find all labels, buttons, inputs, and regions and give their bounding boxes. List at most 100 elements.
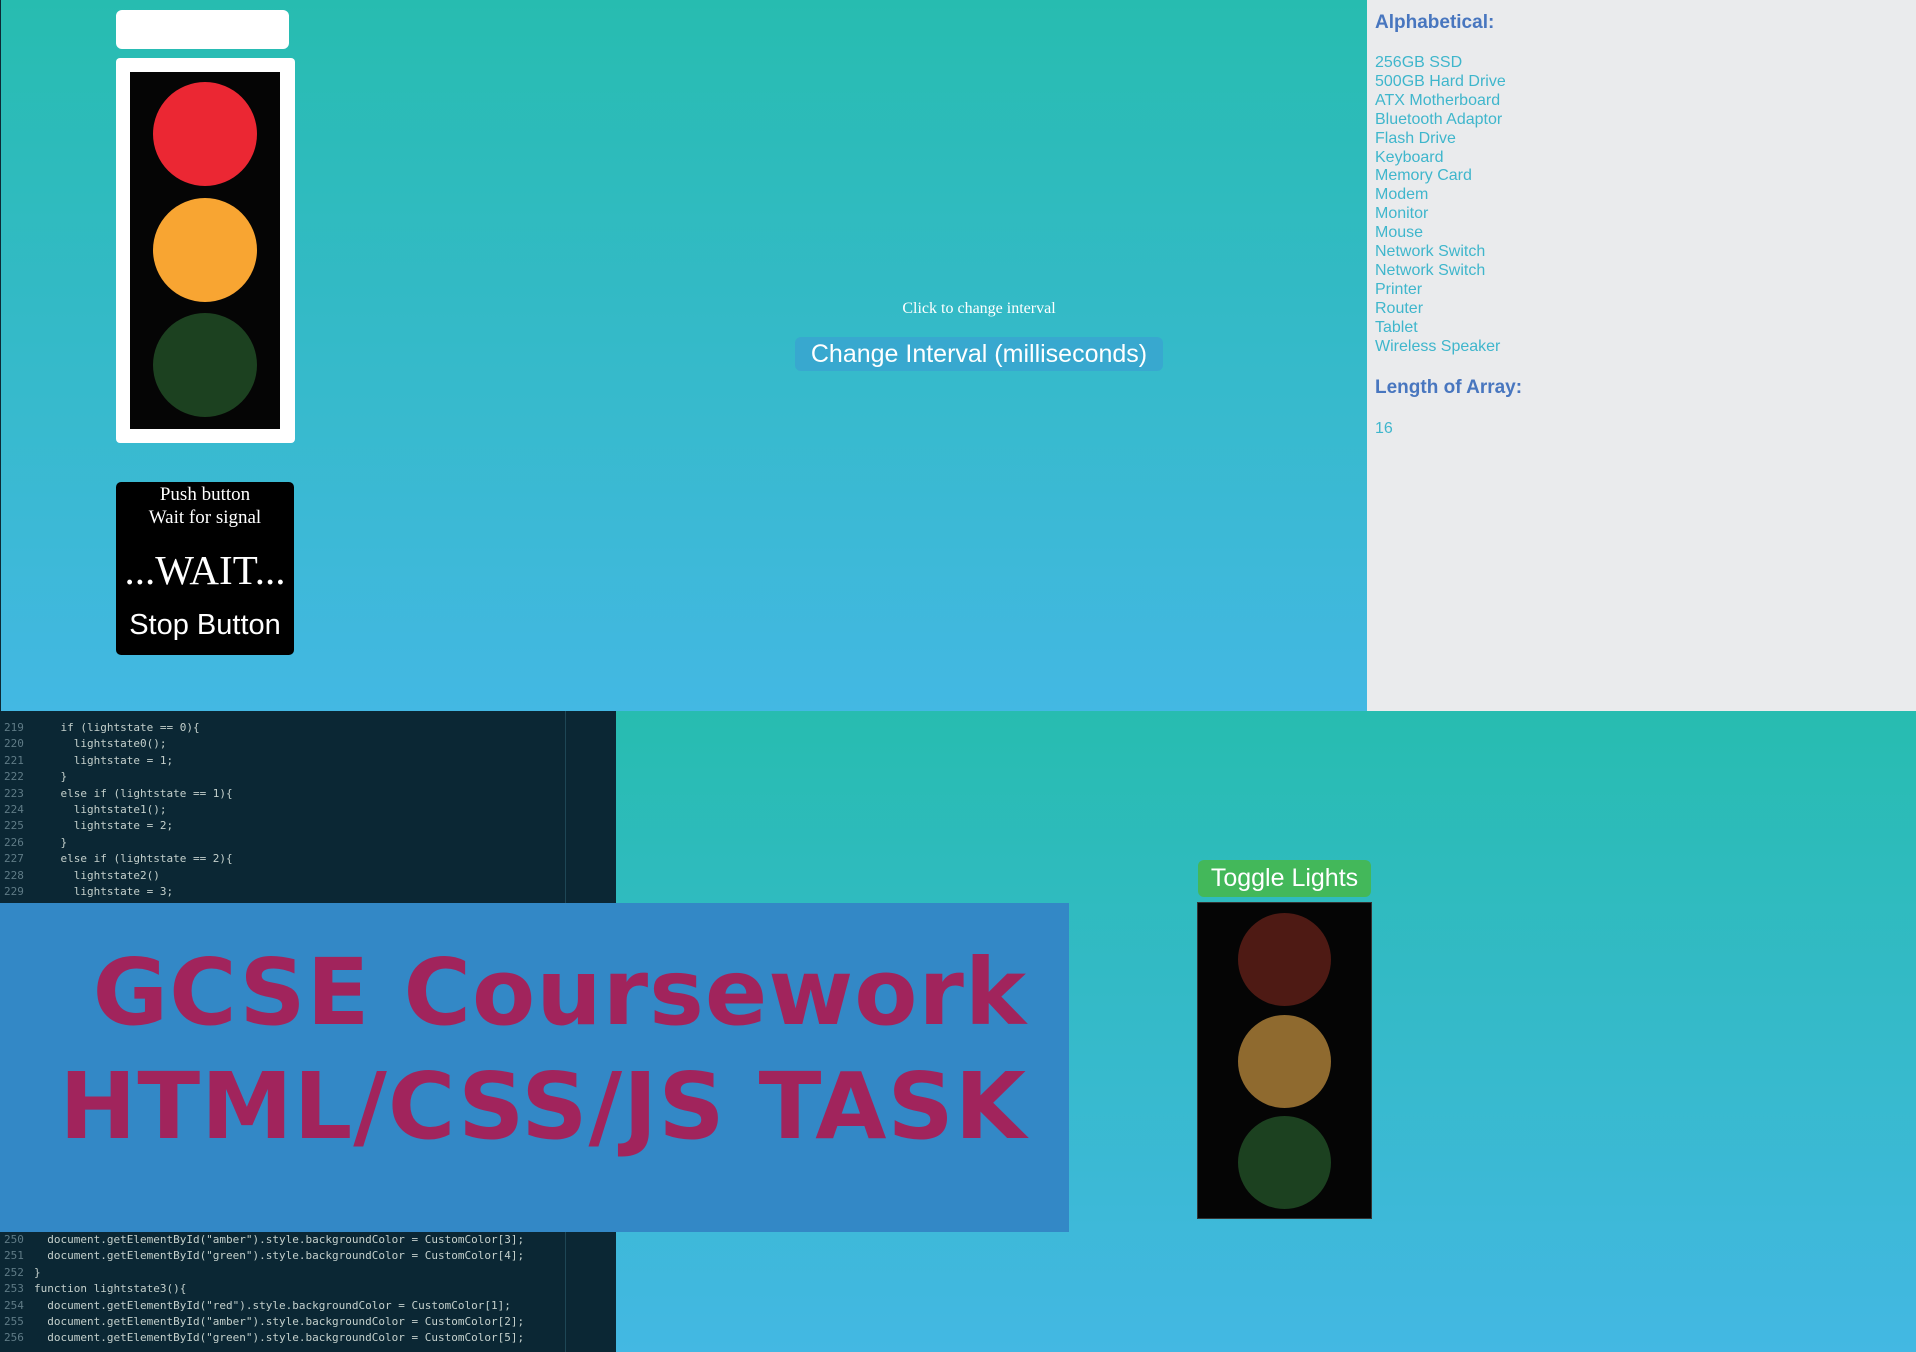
line-number: 255 — [4, 1315, 24, 1328]
list-item: Flash Drive — [1375, 129, 1456, 147]
list-item: Router — [1375, 299, 1424, 317]
code-line: 222 } — [0, 769, 67, 785]
code-line: 228 lightstate2() — [0, 868, 160, 884]
list-item: Keyboard — [1375, 148, 1444, 166]
code-text: lightstate2() — [34, 868, 160, 882]
code-line: 223 else if (lightstate == 1){ — [0, 786, 233, 802]
line-number: 223 — [4, 786, 24, 800]
text-input[interactable] — [116, 10, 289, 49]
list-item: Network Switch — [1375, 243, 1486, 261]
list-item: Memory Card — [1375, 167, 1472, 185]
code-text: lightstate0(); — [34, 737, 167, 751]
title-banner: GCSE Coursework HTML/CSS/JS TASK — [0, 903, 1069, 1232]
list-item: Network Switch — [1375, 261, 1486, 279]
line-number: 220 — [4, 737, 24, 751]
code-text: lightstate = 3; — [34, 885, 174, 898]
code-line: 255 document.getElementById("amber").sty… — [0, 1314, 524, 1330]
list-item: Wireless Speaker — [1375, 337, 1501, 355]
traffic-light-frame — [116, 58, 295, 443]
toggle-lights-button[interactable]: Toggle Lights — [1198, 860, 1371, 897]
code-text: else if (lightstate == 2){ — [34, 852, 233, 866]
code-editor-bottom: 250 document.getElementById("amber").sty… — [0, 1232, 616, 1352]
red-light — [153, 82, 257, 186]
list-item: Bluetooth Adaptor — [1375, 110, 1503, 128]
line-number: 256 — [4, 1331, 24, 1345]
list-item: Mouse — [1375, 224, 1424, 242]
code-line: 221 lightstate = 1; — [0, 753, 173, 769]
code-line: 256 document.getElementById("green").sty… — [0, 1330, 524, 1346]
editor-ruler — [565, 711, 566, 903]
wait-status: ...WAIT... — [124, 547, 286, 593]
array-length-value: 16 — [1375, 420, 1393, 437]
line-number: 219 — [4, 721, 24, 734]
code-line: 219 if (lightstate == 0){ — [0, 720, 200, 736]
code-text: lightstate1(); — [34, 803, 167, 816]
code-line: 224 lightstate1(); — [0, 802, 166, 818]
code-text: } — [34, 835, 68, 849]
code-text: if (lightstate == 0){ — [34, 721, 200, 734]
code-text: document.getElementById("amber").style.b… — [34, 1315, 525, 1328]
code-line: 254 document.getElementById("red").style… — [0, 1298, 511, 1314]
banner-subtitle: HTML/CSS/JS TASK — [59, 1053, 1027, 1160]
traffic-light-page: Push button Wait for signal ...WAIT... S… — [0, 0, 1367, 711]
interval-caption: Click to change interval — [902, 300, 1056, 317]
length-heading: Length of Array: — [1375, 377, 1523, 398]
line-number: 222 — [4, 770, 24, 784]
code-line: 227 else if (lightstate == 2){ — [0, 851, 233, 867]
line-number: 227 — [4, 852, 24, 866]
line-number: 229 — [4, 885, 24, 898]
amber-light — [153, 198, 257, 302]
code-line: 226 } — [0, 835, 67, 851]
line-number: 226 — [4, 835, 24, 849]
traffic-light-housing — [130, 72, 280, 429]
code-text: lightstate = 2; — [34, 819, 174, 833]
code-text: else if (lightstate == 1){ — [34, 786, 233, 800]
line-number: 252 — [4, 1265, 24, 1279]
list-item: 500GB Hard Drive — [1375, 72, 1506, 90]
list-item: ATX Motherboard — [1375, 91, 1501, 109]
small-green-light — [1238, 1116, 1331, 1209]
code-text: document.getElementById("red").style.bac… — [34, 1298, 511, 1312]
list-item: 256GB SSD — [1375, 54, 1463, 71]
editor-ruler — [565, 1232, 566, 1352]
array-output-panel: Alphabetical: 256GB SSD 500GB Hard Drive A… — [1367, 0, 1916, 711]
code-line: 251 document.getElementById("green").sty… — [0, 1248, 524, 1264]
code-line: 225 lightstate = 2; — [0, 818, 173, 834]
line-number: 224 — [4, 803, 24, 816]
code-text: function lightstate3(){ — [34, 1282, 187, 1296]
list-item: Tablet — [1375, 318, 1418, 336]
small-red-light — [1238, 913, 1331, 1006]
banner-title: GCSE Coursework — [92, 939, 1027, 1046]
push-button-text: Push button — [159, 484, 251, 505]
code-line: 253 function lightstate3(){ — [0, 1281, 186, 1297]
alphabetical-heading: Alphabetical: — [1375, 12, 1495, 33]
code-editor-top: 219 if (lightstate == 0){220 lightstate0… — [0, 711, 616, 903]
code-line: 250 document.getElementById("amber").sty… — [0, 1232, 524, 1248]
change-interval-button[interactable]: Change Interval (milliseconds) — [795, 337, 1163, 371]
code-text: document.getElementById("green").style.b… — [34, 1331, 525, 1345]
line-number: 250 — [4, 1233, 24, 1246]
line-number: 251 — [4, 1249, 24, 1263]
list-item: Printer — [1375, 280, 1423, 298]
green-light — [153, 313, 257, 417]
code-line: 229 lightstate = 3; — [0, 884, 173, 900]
code-text: lightstate = 1; — [34, 753, 174, 767]
wait-for-signal-text: Wait for signal — [148, 507, 262, 528]
alphabetical-list: 256GB SSD 500GB Hard Drive ATX Motherboard… — [1375, 54, 1506, 357]
code-line: 252} — [0, 1265, 41, 1281]
line-number: 254 — [4, 1298, 24, 1312]
code-text: document.getElementById("green").style.b… — [34, 1249, 525, 1263]
small-traffic-light — [1197, 902, 1372, 1219]
line-number: 225 — [4, 819, 24, 833]
code-text: } — [34, 770, 68, 784]
pedestrian-crossing-panel: Push button Wait for signal ...WAIT... S… — [116, 482, 294, 655]
code-text: } — [34, 1265, 41, 1279]
stop-button[interactable]: Stop Button — [116, 608, 294, 642]
code-line: 220 lightstate0(); — [0, 736, 166, 752]
list-item: Monitor — [1375, 205, 1429, 223]
line-number: 228 — [4, 868, 24, 882]
line-number: 221 — [4, 753, 24, 767]
line-number: 253 — [4, 1282, 24, 1296]
small-amber-light — [1238, 1015, 1331, 1108]
code-text: document.getElementById("amber").style.b… — [34, 1233, 525, 1246]
